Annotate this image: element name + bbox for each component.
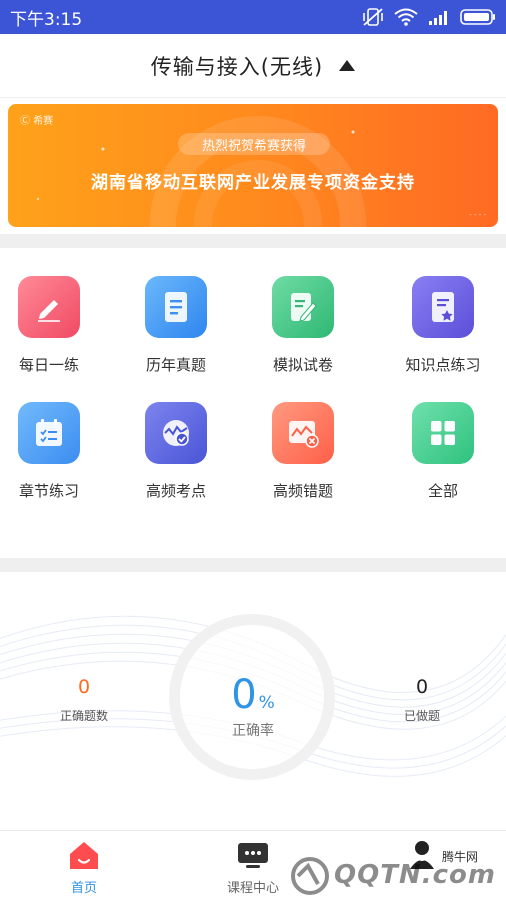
feature-label: 全部 (427, 482, 458, 500)
feature-chapter-practice[interactable]: 章节练习 (0, 402, 112, 501)
document-icon (165, 292, 187, 322)
accuracy-unit: % (258, 693, 275, 713)
feature-label: 章节练习 (18, 482, 79, 500)
watermark-sub: 腾牛网 (442, 850, 479, 864)
stats-panel: 0 正确题数 0 % 正确率 0 已做题 (0, 572, 506, 828)
tile-hot-mistakes (272, 402, 334, 464)
status-bar: 下午3:15 (0, 0, 506, 34)
feature-mock-exam[interactable]: 模拟试卷 (240, 276, 366, 375)
banner-decoration (36, 116, 366, 227)
feature-label: 历年真题 (145, 356, 206, 374)
star-document-icon (432, 292, 454, 322)
done-count-value: 0 (415, 676, 429, 698)
tab-label: 首页 (70, 881, 97, 896)
status-time: 下午3:15 (10, 9, 83, 30)
grid-squares-icon (431, 421, 455, 445)
banner-brand: Ⓒ 希赛 (20, 116, 54, 127)
accuracy-number: 0 (231, 672, 257, 718)
feature-label: 高频错题 (272, 482, 333, 500)
feature-daily-practice[interactable]: 每日一练 (0, 276, 112, 375)
subject-selector[interactable]: 传输与接入(无线) (0, 34, 506, 98)
feature-hot-topics[interactable]: 高频考点 (113, 402, 239, 501)
tile-mock-exam (272, 276, 334, 338)
tile-all (412, 402, 474, 464)
brand-logo-icon: Ⓒ (20, 116, 30, 127)
status-icons (362, 7, 496, 27)
done-count-label: 已做题 (403, 709, 440, 723)
edit-note-icon (291, 293, 317, 322)
pencil-icon (38, 300, 60, 322)
video-course-icon (236, 839, 270, 871)
feature-label: 高频考点 (145, 482, 206, 500)
feature-grid: 每日一练 历年真题 模拟试卷 知识点练习 章节练习 高频考点 高频错题 全部 (0, 248, 506, 558)
feature-past-exams[interactable]: 历年真题 (113, 276, 239, 375)
stat-done-count: 0 已做题 (382, 676, 462, 724)
banner-headline: 湖南省移动互联网产业发展专项资金支持 (91, 173, 415, 193)
check-badge-icon (163, 420, 189, 446)
divider (0, 558, 506, 572)
signal-icon (429, 11, 447, 25)
checklist-calendar-icon (36, 419, 62, 446)
divider (0, 234, 506, 248)
vibrate-off-icon (363, 8, 383, 26)
feature-label: 每日一练 (18, 356, 79, 374)
watermark: QQTN.com 腾牛网 (288, 848, 498, 898)
tile-past-exams (145, 276, 207, 338)
tile-daily-practice (18, 276, 80, 338)
tile-chapter-practice (18, 402, 80, 464)
feature-label: 模拟试卷 (272, 356, 333, 374)
feature-all[interactable]: 全部 (380, 402, 506, 501)
promo-banner[interactable]: Ⓒ 希赛 热烈祝贺希赛获得 湖南省移动互联网产业发展专项资金支持 - - - - (8, 104, 498, 227)
tab-label: 课程中心 (226, 881, 279, 896)
banner-pill: 热烈祝贺希赛获得 (178, 133, 330, 155)
tile-hot-topics (145, 402, 207, 464)
banner-footnote: - - - - (469, 211, 486, 219)
battery-icon (460, 9, 495, 25)
feature-hot-mistakes[interactable]: 高频错题 (240, 402, 366, 501)
feature-knowledge-points[interactable]: 知识点练习 (380, 276, 506, 375)
home-icon (67, 839, 101, 871)
tab-home[interactable]: 首页 (0, 831, 168, 900)
caret-up-icon (339, 60, 356, 71)
tile-knowledge-points (412, 276, 474, 338)
wifi-icon (394, 8, 418, 26)
error-chart-icon (289, 421, 319, 448)
feature-label: 知识点练习 (405, 356, 481, 374)
page-title: 传输与接入(无线) (150, 54, 324, 79)
